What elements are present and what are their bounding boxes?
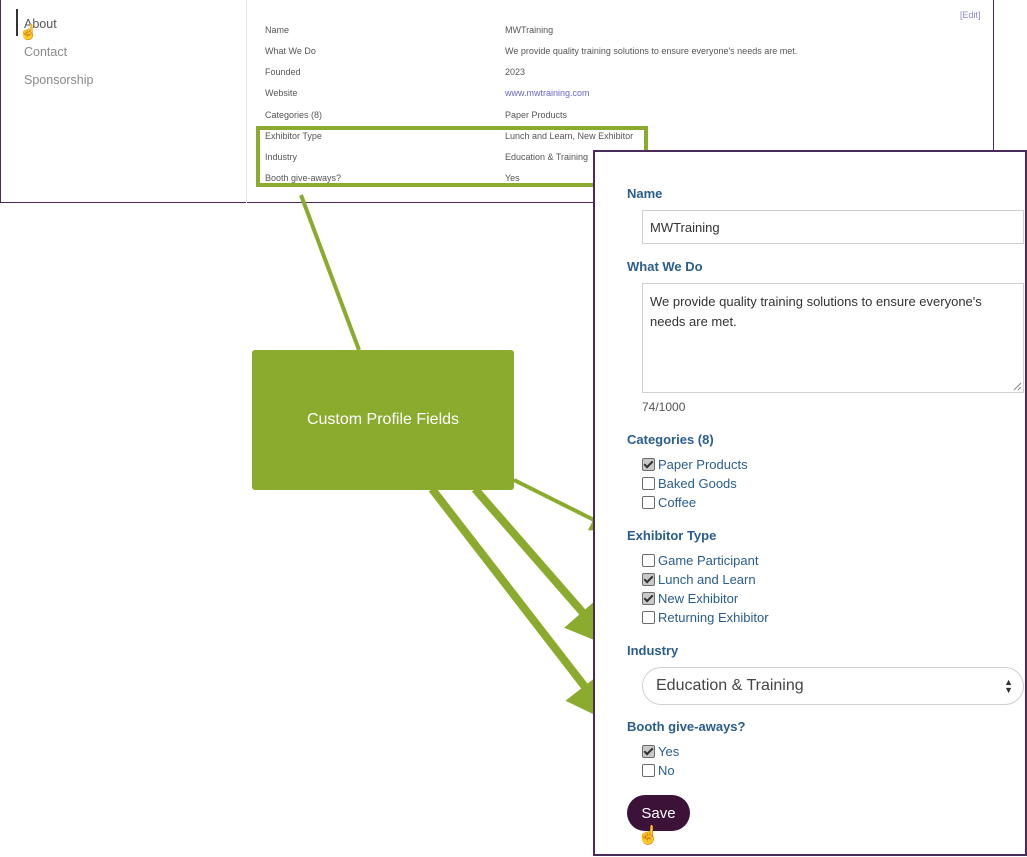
- pointer-hand-icon: ☝: [637, 825, 660, 845]
- exhibitor-option[interactable]: Game Participant: [642, 553, 758, 568]
- what-we-do-text: We provide quality training solutions to…: [650, 294, 982, 329]
- exhibitor-option[interactable]: Returning Exhibitor: [642, 610, 769, 625]
- checkbox-checked[interactable]: [642, 458, 655, 471]
- checkbox-unchecked[interactable]: [642, 611, 655, 624]
- checkbox-label: Returning Exhibitor: [658, 610, 769, 625]
- checkbox-label: Game Participant: [658, 553, 759, 568]
- category-option[interactable]: Coffee: [642, 495, 696, 510]
- checkbox-label: Coffee: [658, 495, 697, 510]
- arrow-to-industry: [471, 486, 614, 649]
- checkbox-unchecked[interactable]: [642, 764, 655, 777]
- exhibitor-option[interactable]: Lunch and Learn: [642, 572, 756, 587]
- checkbox-label: No: [658, 763, 675, 778]
- checkbox-checked[interactable]: [642, 592, 655, 605]
- callout-label: Custom Profile Fields: [306, 411, 460, 428]
- edit-profile-form: Name MWTraining What We Do We provide qu…: [593, 150, 1027, 856]
- what-we-do-textarea[interactable]: We provide quality training solutions to…: [642, 283, 1024, 393]
- checkbox-checked[interactable]: [642, 573, 655, 586]
- arrow-to-highlight: [299, 194, 361, 351]
- categories-label: Categories (8): [627, 432, 714, 447]
- exhibitor-option[interactable]: New Exhibitor: [642, 591, 738, 606]
- arrow-to-exhibitor-type: [513, 478, 615, 531]
- booth-option[interactable]: No: [642, 763, 675, 778]
- booth-giveaways-label: Booth give-aways?: [627, 719, 746, 734]
- checkbox-checked[interactable]: [642, 745, 655, 758]
- checkbox-label: Baked Goods: [658, 476, 737, 491]
- industry-label: Industry: [627, 643, 679, 658]
- booth-option[interactable]: Yes: [642, 744, 679, 759]
- char-counter: 74/1000: [642, 400, 686, 414]
- industry-selected-value: Education & Training: [656, 677, 804, 694]
- exhibitor-type-label: Exhibitor Type: [627, 528, 717, 543]
- checkbox-label: Yes: [658, 744, 680, 759]
- callout-box: Custom Profile Fields: [252, 350, 514, 490]
- checkbox-label: Lunch and Learn: [658, 572, 756, 587]
- name-label: Name: [627, 186, 663, 201]
- what-we-do-label: What We Do: [627, 259, 703, 274]
- resize-grip-icon[interactable]: [1013, 382, 1022, 391]
- category-option[interactable]: Paper Products: [642, 457, 748, 472]
- checkbox-unchecked[interactable]: [642, 554, 655, 567]
- checkbox-label: New Exhibitor: [658, 591, 739, 606]
- checkbox-unchecked[interactable]: [642, 496, 655, 509]
- category-option[interactable]: Baked Goods: [642, 476, 737, 491]
- checkbox-label: Paper Products: [658, 457, 748, 472]
- name-input[interactable]: MWTraining: [642, 210, 1024, 244]
- select-arrows-icon: ▲ ▼: [1004, 677, 1013, 695]
- industry-select[interactable]: Education & Training ▲ ▼: [642, 667, 1024, 705]
- checkbox-unchecked[interactable]: [642, 477, 655, 490]
